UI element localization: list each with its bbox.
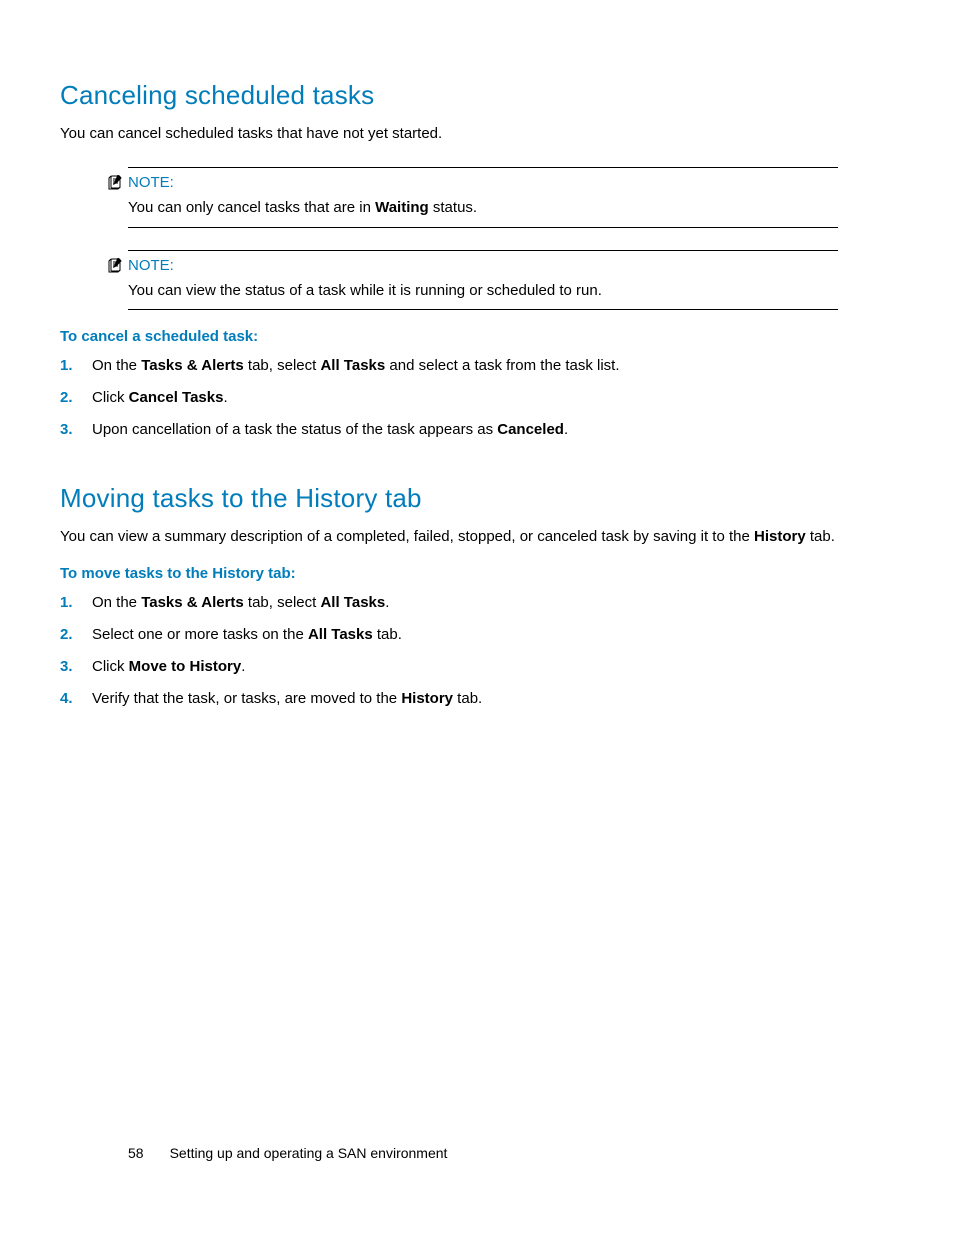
step-text: . — [223, 389, 227, 406]
step-text: Click — [92, 658, 129, 675]
intro-bold: History — [754, 528, 806, 545]
step-text: On the — [92, 357, 141, 374]
note-label: NOTE: — [128, 257, 174, 274]
step-bold: Tasks & Alerts — [141, 594, 244, 611]
step-text: . — [564, 421, 568, 438]
step-bold: Canceled — [497, 421, 564, 438]
intro-text: You can view a summary description of a … — [60, 528, 754, 545]
note-text: You can only cancel tasks that are in Wa… — [128, 197, 838, 219]
step-text: Upon cancellation of a task the status o… — [92, 421, 497, 438]
list-item: Upon cancellation of a task the status o… — [60, 419, 864, 441]
note-rule-top — [128, 250, 838, 251]
intro-text: tab. — [806, 528, 835, 545]
step-bold: All Tasks — [320, 594, 385, 611]
step-bold: All Tasks — [320, 357, 385, 374]
note-icon — [104, 174, 128, 191]
step-bold: All Tasks — [308, 626, 373, 643]
page-footer: 58 Setting up and operating a SAN environ… — [128, 1145, 447, 1161]
list-item: On the Tasks & Alerts tab, select All Ta… — [60, 592, 864, 614]
list-item: Click Cancel Tasks. — [60, 387, 864, 409]
step-text: Click — [92, 389, 129, 406]
step-bold: Tasks & Alerts — [141, 357, 244, 374]
procedure-list: On the Tasks & Alerts tab, select All Ta… — [60, 355, 864, 440]
list-item: Verify that the task, or tasks, are move… — [60, 688, 864, 710]
procedure-subhead: To cancel a scheduled task: — [60, 328, 864, 345]
heading-canceling-scheduled-tasks: Canceling scheduled tasks — [60, 80, 864, 111]
step-text: tab. — [453, 690, 482, 707]
page: Canceling scheduled tasks You can cancel… — [0, 0, 954, 1235]
intro-paragraph: You can view a summary description of a … — [60, 526, 864, 548]
step-text: tab, select — [244, 357, 321, 374]
step-bold: History — [401, 690, 453, 707]
note-label: NOTE: — [128, 174, 174, 191]
note-rule-bottom — [128, 309, 838, 310]
intro-paragraph: You can cancel scheduled tasks that have… — [60, 123, 864, 145]
note-text: You can view the status of a task while … — [128, 280, 838, 302]
note-text-bold: Waiting — [375, 199, 429, 216]
step-text: . — [385, 594, 389, 611]
list-item: On the Tasks & Alerts tab, select All Ta… — [60, 355, 864, 377]
note-text-part: status. — [429, 199, 477, 216]
step-text: and select a task from the task list. — [385, 357, 619, 374]
note-block: NOTE: You can view the status of a task … — [104, 250, 838, 311]
note-icon — [104, 257, 128, 274]
note-rule-bottom — [128, 227, 838, 228]
step-text: . — [241, 658, 245, 675]
step-text: On the — [92, 594, 141, 611]
procedure-list: On the Tasks & Alerts tab, select All Ta… — [60, 592, 864, 709]
note-rule-top — [128, 167, 838, 168]
list-item: Select one or more tasks on the All Task… — [60, 624, 864, 646]
note-text-part: You can only cancel tasks that are in — [128, 199, 375, 216]
step-bold: Move to History — [129, 658, 242, 675]
list-item: Click Move to History. — [60, 656, 864, 678]
note-block: NOTE: You can only cancel tasks that are… — [104, 167, 838, 228]
page-number: 58 — [128, 1145, 144, 1161]
procedure-subhead: To move tasks to the History tab: — [60, 565, 864, 582]
footer-chapter: Setting up and operating a SAN environme… — [170, 1145, 448, 1161]
step-text: Verify that the task, or tasks, are move… — [92, 690, 401, 707]
step-text: tab, select — [244, 594, 321, 611]
step-bold: Cancel Tasks — [129, 389, 224, 406]
heading-moving-tasks-history: Moving tasks to the History tab — [60, 483, 864, 514]
step-text: Select one or more tasks on the — [92, 626, 308, 643]
step-text: tab. — [373, 626, 402, 643]
